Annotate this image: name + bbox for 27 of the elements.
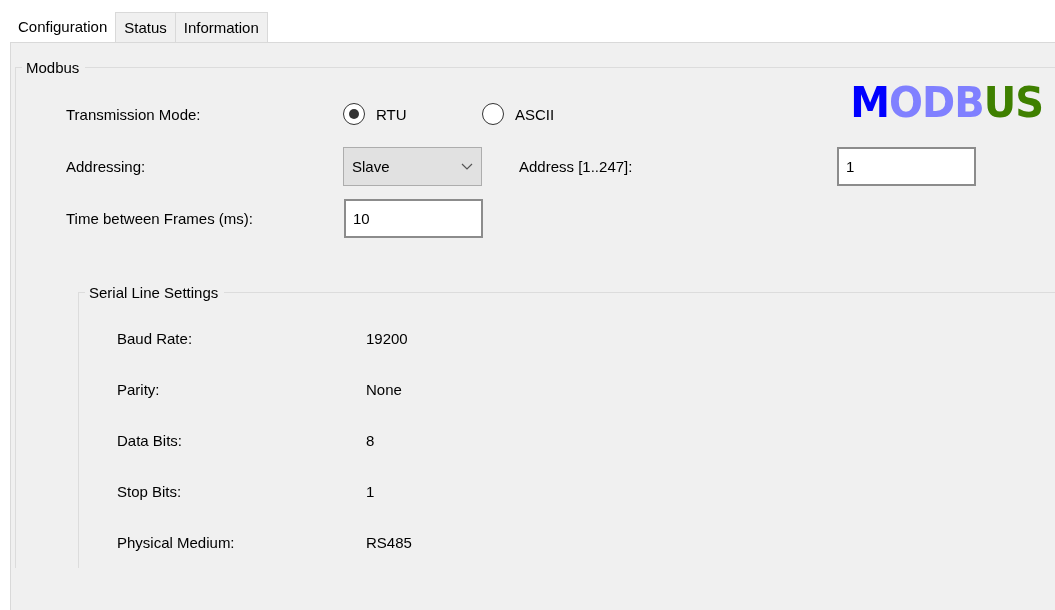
radio-button[interactable]: [343, 103, 365, 125]
setting-label: Data Bits:: [117, 432, 184, 449]
field-label: Time between Frames (ms):: [66, 209, 254, 227]
modbus-logo: MODBUS: [850, 81, 1043, 123]
radio-label[interactable]: RTU: [376, 105, 407, 123]
radio-button[interactable]: [482, 103, 504, 125]
addressing-dropdown[interactable]: Slave: [343, 146, 482, 186]
radio-label[interactable]: ASCII: [515, 105, 555, 123]
chevron-down-icon: [461, 162, 473, 170]
setting-value: 1: [366, 483, 375, 500]
setting-value: None: [366, 381, 402, 398]
setting-value: 8: [366, 432, 375, 449]
group-title: Serial Line Settings: [88, 284, 220, 301]
setting-label: Parity:: [117, 381, 161, 398]
setting-label: Physical Medium:: [117, 534, 236, 551]
field-label: Transmission Mode:: [66, 105, 202, 123]
address-input[interactable]: 1: [837, 146, 976, 186]
setting-value: 19200: [366, 330, 408, 347]
setting-label: Baud Rate:: [117, 330, 194, 347]
setting-label: Stop Bits:: [117, 483, 183, 500]
field-label: Addressing:: [66, 157, 147, 175]
setting-value: RS485: [366, 534, 412, 551]
field-label: Address [1..247]:: [518, 157, 634, 175]
tab[interactable]: Status: [115, 12, 176, 42]
group-title: Modbus: [25, 59, 81, 76]
time-between-frames-input[interactable]: 10: [344, 198, 483, 238]
tab[interactable]: Information: [174, 12, 268, 42]
